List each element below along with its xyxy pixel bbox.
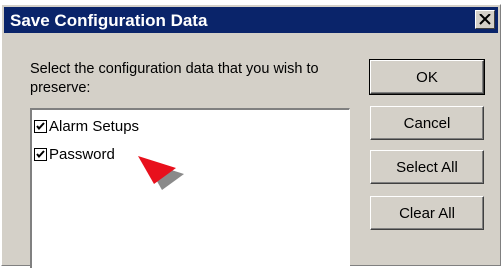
close-icon bbox=[479, 14, 491, 25]
password-label: Password bbox=[49, 145, 115, 163]
checkmark-icon bbox=[36, 149, 45, 158]
list-item-alarm-setups[interactable]: Alarm Setups bbox=[34, 116, 139, 136]
dialog-title: Save Configuration Data bbox=[10, 11, 208, 30]
alarm-setups-label: Alarm Setups bbox=[49, 117, 140, 135]
pointer-arrow-icon bbox=[138, 156, 184, 190]
alarm-setups-checkbox[interactable] bbox=[34, 119, 47, 133]
close-button[interactable] bbox=[475, 10, 495, 29]
checkmark-icon bbox=[36, 121, 45, 130]
cancel-button[interactable]: Cancel bbox=[370, 106, 484, 140]
password-checkbox[interactable] bbox=[34, 147, 47, 161]
clear-all-button[interactable]: Clear All bbox=[370, 196, 484, 230]
title-bar[interactable]: Save Configuration Data bbox=[4, 7, 498, 33]
ok-button[interactable]: OK bbox=[369, 59, 485, 95]
list-item-password[interactable]: Password bbox=[34, 144, 115, 164]
instruction-text: Select the configuration data that you w… bbox=[30, 61, 319, 96]
select-all-button[interactable]: Select All bbox=[370, 150, 484, 184]
